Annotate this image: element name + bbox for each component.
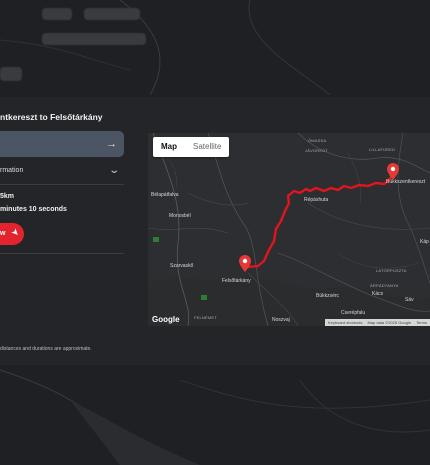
map-type-satellite[interactable]: Satellite xyxy=(185,137,229,157)
route-map[interactable]: Map Satellite ÓMASSA JÁVORKÚT LILLAFÜRED… xyxy=(148,133,430,326)
origin-pin-icon[interactable] xyxy=(239,255,251,272)
place-label: FELNÉMET xyxy=(194,315,217,320)
place-label: Répáshuta xyxy=(304,197,329,203)
place-label: Káp xyxy=(420,239,429,245)
place-label: Sáv xyxy=(405,297,414,303)
start-location-field[interactable]: → xyxy=(0,131,124,157)
route-information-toggle[interactable]: rmation ⌄ xyxy=(0,160,124,185)
terms-link[interactable]: Terms xyxy=(416,320,427,325)
place-label: JÁVORKÚT xyxy=(305,148,328,153)
map-footer: Keyboard shortcuts Map data ©2025 Google… xyxy=(324,319,430,326)
background-chip xyxy=(42,8,72,20)
approximate-note: distances and durations are approximate. xyxy=(0,346,92,352)
navigation-arrow-icon: ➤ xyxy=(9,226,21,239)
arrow-right-icon[interactable]: → xyxy=(106,137,117,151)
place-label: Kács xyxy=(372,291,384,297)
route-title: ntkereszt to Felsőtárkány xyxy=(0,112,103,122)
place-label: Cserépfalu xyxy=(341,310,366,316)
road-shield-icon xyxy=(153,237,159,242)
place-label: Bélapátfalva xyxy=(151,192,179,198)
view-route-label: w xyxy=(0,230,6,237)
background-chip xyxy=(84,8,140,20)
map-type-map[interactable]: Map xyxy=(153,137,185,157)
place-label: Bükkzsérc xyxy=(316,293,340,299)
place-label: Szarvaskő xyxy=(170,263,194,269)
route-duration: minutes 10 seconds xyxy=(0,206,67,213)
place-label: ÓMASSA xyxy=(308,138,327,143)
map-data-attribution: Map data ©2025 Google xyxy=(367,320,412,325)
place-label: Monosbél xyxy=(169,213,191,219)
place-label: LATORPUSZTA xyxy=(376,268,407,273)
chevron-down-icon: ⌄ xyxy=(107,165,120,176)
background-chip xyxy=(0,67,22,81)
road-shield-icon xyxy=(201,295,207,300)
view-route-button[interactable]: w ➤ xyxy=(0,223,24,245)
destination-pin-icon[interactable] xyxy=(387,163,399,180)
place-label: ÁRPÁDTANYA xyxy=(370,283,399,288)
place-label: Felsőtárkány xyxy=(222,278,251,284)
place-label: Noszvaj xyxy=(272,317,290,323)
route-information-label: rmation xyxy=(0,167,24,174)
map-canvas[interactable] xyxy=(148,133,430,326)
place-label: LILLAFÜRED xyxy=(369,147,396,152)
route-distance: 5km xyxy=(0,193,15,200)
background-chip xyxy=(42,33,146,45)
keyboard-shortcuts-link[interactable]: Keyboard shortcuts xyxy=(328,320,362,325)
google-logo[interactable]: Google xyxy=(152,315,180,324)
divider xyxy=(0,253,124,254)
map-type-toggle[interactable]: Map Satellite xyxy=(153,137,230,157)
